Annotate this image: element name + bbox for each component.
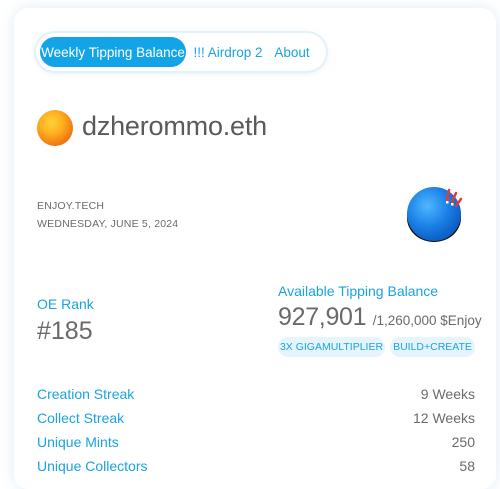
stat-label-unique-collectors: Unique Collectors — [37, 458, 148, 474]
rank-value: #185 — [37, 317, 93, 345]
badge-multiplier: 3X GIGAMULTIPLIER — [278, 337, 385, 357]
rank-label: OE Rank — [37, 296, 94, 312]
username: dzherommo.eth — [82, 111, 267, 141]
blue-ball-mascot-icon — [407, 187, 463, 242]
balance-total: /1,260,000 $Enjoy — [372, 313, 482, 328]
site-name: ENJOY.TECH — [37, 200, 105, 212]
stat-label-collect-streak: Collect Streak — [37, 410, 125, 426]
tab-about[interactable]: About — [266, 37, 318, 67]
stat-value-collect-streak: 12 Weeks — [413, 410, 475, 426]
badge-build-create: BUILD+CREATE — [390, 337, 475, 357]
tab-weekly-tipping-balance[interactable]: Weekly Tipping Balance — [40, 37, 186, 67]
stat-value-unique-mints: 250 — [451, 434, 475, 450]
stat-value-creation-streak: 9 Weeks — [420, 386, 475, 402]
tab-airdrop-2[interactable]: !!! Airdrop 2 — [190, 37, 266, 67]
date-label: WEDNESDAY, JUNE 5, 2024 — [37, 218, 179, 230]
stat-label-unique-mints: Unique Mints — [37, 434, 119, 450]
stat-label-creation-streak: Creation Streak — [37, 386, 135, 402]
balance-label: Available Tipping Balance — [278, 283, 439, 299]
stat-value-unique-collectors: 58 — [459, 458, 475, 474]
avatar — [37, 110, 73, 146]
balance-value: 927,901 — [278, 303, 367, 331]
balance-row: 927,901 /1,260,000 $Enjoy — [278, 303, 482, 332]
tab-bar: Weekly Tipping Balance !!! Airdrop 2 Abo… — [36, 33, 326, 71]
